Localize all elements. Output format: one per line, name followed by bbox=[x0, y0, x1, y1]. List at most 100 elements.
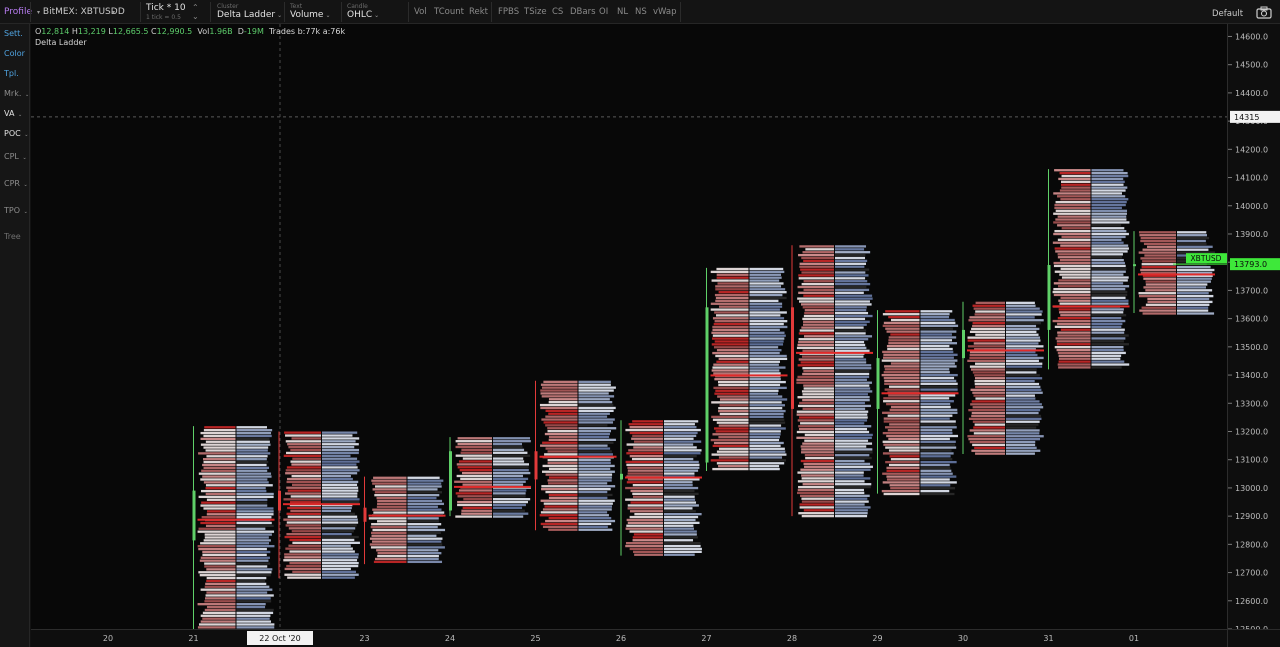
toggle-tsize[interactable]: TSize bbox=[524, 0, 547, 24]
cluster-caret-icon: ⌄ bbox=[277, 12, 283, 19]
text-selector[interactable]: Text Volume ⌄ bbox=[290, 0, 331, 24]
ask-volume-row bbox=[1091, 363, 1130, 366]
bid-volume-row bbox=[804, 335, 834, 338]
sidebar-item-cpl[interactable]: CPL ⌄ bbox=[4, 152, 27, 161]
bid-volume-row bbox=[888, 437, 920, 441]
tick-stepper[interactable]: ⌃ ⌄ bbox=[192, 0, 199, 24]
ask-volume-row bbox=[920, 411, 958, 414]
bid-volume-row bbox=[288, 527, 321, 530]
ask-volume-row bbox=[920, 327, 953, 330]
ask-volume-row bbox=[664, 420, 699, 423]
bid-volume-row bbox=[710, 459, 749, 462]
chart-area[interactable]: XBTUSD bbox=[31, 24, 1227, 629]
ask-volume-row bbox=[493, 437, 531, 440]
bid-volume-row bbox=[627, 469, 663, 472]
sidebar-item-poc[interactable]: POC ⌄ bbox=[4, 129, 29, 138]
ask-volume-row bbox=[920, 408, 958, 412]
toggle-ns[interactable]: NS bbox=[635, 0, 647, 24]
date-axis[interactable]: 20 21 22 Oct '20 23 24 25 26 27 28 29 30 31 01 bbox=[31, 629, 1227, 647]
cluster-selector[interactable]: Cluster Delta Ladder ⌄ bbox=[217, 0, 282, 24]
bid-volume-row bbox=[206, 498, 236, 501]
bid-volume-row bbox=[886, 330, 920, 333]
ask-volume-row bbox=[578, 502, 613, 505]
bid-volume-row bbox=[1056, 340, 1091, 343]
toggle-rekt[interactable]: Rekt bbox=[469, 0, 488, 24]
ask-volume-row bbox=[664, 510, 696, 513]
timeframe-selector[interactable]: ▾ D bbox=[110, 0, 125, 24]
date-tick-label: 26 bbox=[616, 634, 626, 643]
ask-volume-row bbox=[578, 418, 615, 421]
ask-volume-row bbox=[236, 513, 274, 516]
profile-button[interactable]: Profile bbox=[4, 0, 32, 24]
bid-volume-row bbox=[799, 427, 834, 431]
tick-selector[interactable]: Tick * 10 1 tick = 0.5 bbox=[146, 0, 186, 24]
toggle-nl[interactable]: NL bbox=[617, 0, 628, 24]
bid-volume-row bbox=[372, 488, 407, 491]
sidebar-item-tpo[interactable]: TPO ⌄ bbox=[4, 206, 28, 215]
ask-volume-row bbox=[749, 383, 781, 387]
ask-volume-row bbox=[835, 346, 867, 350]
toggle-vwap[interactable]: vWap bbox=[653, 0, 677, 24]
ask-volume-row bbox=[236, 530, 275, 533]
toggle-oi[interactable]: OI bbox=[599, 0, 608, 24]
layout-selector[interactable]: Default bbox=[1212, 2, 1243, 26]
sidebar-item-settings[interactable]: Sett. bbox=[4, 29, 23, 38]
sidebar-item-template[interactable]: Tpl. bbox=[4, 69, 19, 78]
bid-volume-row bbox=[968, 417, 1005, 420]
bid-volume-row bbox=[285, 434, 321, 437]
ask-volume-row bbox=[578, 403, 614, 407]
sidebar-item-va[interactable]: VA ⌄ bbox=[4, 109, 22, 118]
bid-volume-row bbox=[284, 567, 321, 571]
bid-volume-row bbox=[540, 389, 578, 392]
camera-icon[interactable] bbox=[1256, 5, 1272, 19]
bid-volume-row bbox=[457, 495, 492, 498]
bid-volume-row bbox=[797, 343, 834, 347]
ask-volume-row bbox=[1091, 189, 1126, 192]
sidebar-item-tree[interactable]: Tree bbox=[4, 232, 21, 241]
ask-volume-row bbox=[749, 366, 786, 369]
ask-volume-row bbox=[578, 473, 613, 476]
stepper-down-icon[interactable]: ⌄ bbox=[192, 12, 199, 21]
ask-volume-row bbox=[664, 469, 699, 472]
price-axis[interactable]: 14600.014500.014400.014300.014200.014100… bbox=[1227, 24, 1280, 634]
bid-volume-row bbox=[888, 394, 920, 397]
toggle-dbars[interactable]: DBars bbox=[570, 0, 596, 24]
toggle-vol[interactable]: Vol bbox=[414, 0, 427, 24]
bid-volume-row bbox=[887, 347, 920, 351]
bid-volume-row bbox=[374, 494, 407, 497]
toggle-tcount[interactable]: TCount bbox=[434, 0, 464, 24]
ask-volume-row bbox=[664, 530, 697, 533]
ask-volume-row bbox=[578, 525, 608, 528]
candle-selector[interactable]: Candle OHLC ⌄ bbox=[347, 0, 379, 24]
ask-volume-row bbox=[322, 469, 360, 472]
bid-volume-row bbox=[799, 245, 834, 248]
ask-volume-row bbox=[835, 500, 869, 503]
bid-volume-row bbox=[1053, 264, 1091, 268]
symbol-selector[interactable]: ▾ BitMEX: XBTUSD bbox=[35, 0, 118, 24]
ask-volume-row bbox=[835, 245, 867, 248]
toggle-cs[interactable]: CS bbox=[552, 0, 563, 24]
chevron-down-icon: ⌄ bbox=[22, 132, 29, 138]
bid-volume-row bbox=[542, 441, 578, 444]
bid-volume-row bbox=[801, 256, 834, 260]
bid-volume-row bbox=[1061, 227, 1091, 230]
ask-volume-row bbox=[749, 467, 780, 471]
bid-volume-row bbox=[1058, 279, 1091, 282]
bid-volume-row bbox=[629, 426, 663, 429]
ask-volume-row bbox=[236, 568, 273, 571]
bid-volume-row bbox=[1058, 299, 1091, 302]
ask-volume-row bbox=[1091, 325, 1122, 328]
bid-volume-row bbox=[967, 435, 1005, 438]
bid-volume-row bbox=[543, 380, 578, 383]
bid-volume-row bbox=[201, 501, 236, 504]
sidebar-item-cpr[interactable]: CPR ⌄ bbox=[4, 179, 28, 188]
ask-volume-row bbox=[322, 530, 354, 533]
sidebar-item-markers[interactable]: Mrk. ⌄ bbox=[4, 89, 29, 98]
sidebar-item-color[interactable]: Color bbox=[4, 49, 25, 58]
bid-volume-row bbox=[1058, 360, 1091, 363]
ask-volume-row bbox=[578, 392, 609, 395]
stepper-up-icon[interactable]: ⌃ bbox=[192, 3, 199, 12]
bid-volume-row bbox=[1053, 192, 1091, 195]
toggle-fpbs[interactable]: FPBS bbox=[498, 0, 519, 24]
ask-volume-row bbox=[920, 466, 951, 470]
